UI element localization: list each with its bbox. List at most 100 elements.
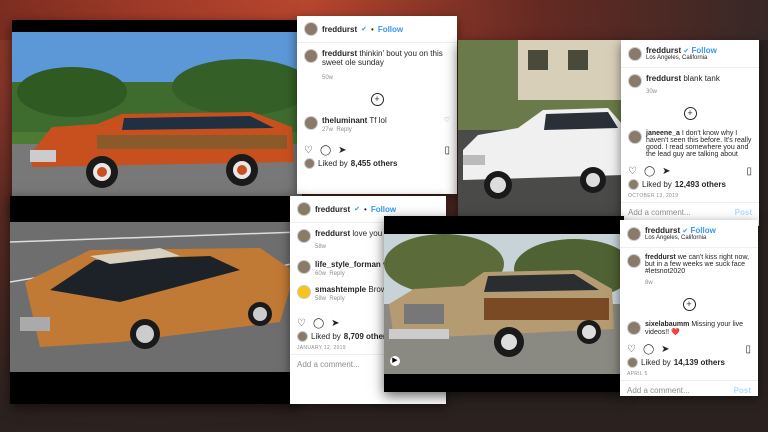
comment: sixelabaumm Missing your live videos!! ❤…: [620, 317, 758, 340]
comment-text: Tf lol: [369, 116, 387, 125]
avatar[interactable]: [628, 74, 642, 88]
bookmark-icon[interactable]: ▯: [745, 344, 751, 355]
share-icon[interactable]: ➤: [661, 344, 669, 355]
avatar[interactable]: [297, 229, 311, 243]
comment-icon[interactable]: ◯: [643, 344, 654, 355]
share-icon[interactable]: ➤: [662, 166, 670, 177]
share-icon[interactable]: ➤: [338, 145, 346, 156]
post-card-1: [12, 20, 302, 210]
action-bar: ♡ ◯ ➤ ▯: [621, 162, 759, 179]
post-header: freddurst ✔ Follow Los Angeles, Californ…: [620, 220, 758, 248]
avatar: [628, 179, 639, 190]
post-date: APRIL 5: [627, 371, 648, 377]
heart-icon[interactable]: ♡: [627, 344, 636, 355]
add-comment-input[interactable]: Add a comment...: [297, 360, 360, 369]
follow-button[interactable]: Follow: [691, 46, 716, 55]
post-photo-wood-panel-wagon: [384, 234, 624, 374]
comment-username[interactable]: janeene_a: [646, 130, 680, 137]
bookmark-icon[interactable]: ▯: [444, 145, 450, 156]
avatar[interactable]: [297, 285, 311, 299]
heart-icon[interactable]: ♡: [304, 145, 313, 156]
avatar[interactable]: [628, 46, 642, 61]
post-photo-gold-wagon: [10, 222, 300, 372]
comment-icon[interactable]: ◯: [313, 318, 324, 329]
post-header: freddurst ✔ Follow Los Angeles, Californ…: [621, 40, 759, 68]
caption: freddurst we can't kiss right now, but i…: [620, 248, 758, 292]
comment-username[interactable]: life_style_forman: [315, 260, 381, 269]
verified-badge-icon: ✔: [682, 228, 689, 235]
verified-badge-icon: ✔: [683, 48, 690, 55]
share-icon[interactable]: ➤: [331, 318, 339, 329]
avatar: [297, 331, 308, 342]
comment: janeene_a I don't know why I haven't see…: [621, 126, 759, 162]
load-more-comments-icon[interactable]: +: [370, 93, 384, 106]
post-button[interactable]: Post: [734, 386, 751, 395]
caption-text: love you: [352, 229, 383, 238]
add-comment-input[interactable]: Add a comment...: [628, 208, 691, 217]
follow-button[interactable]: Follow: [690, 226, 715, 235]
heart-icon[interactable]: ♡: [628, 166, 637, 177]
like-comment-icon[interactable]: ♡: [444, 116, 450, 133]
comment-username[interactable]: theluminant: [322, 116, 367, 125]
add-comment-input[interactable]: Add a comment...: [627, 386, 690, 395]
avatar[interactable]: [627, 254, 641, 268]
caption-username[interactable]: freddurst: [645, 254, 676, 261]
verified-badge-icon: ✔: [354, 206, 360, 213]
load-more-comments-icon[interactable]: +: [682, 298, 696, 311]
play-icon[interactable]: ▶: [390, 356, 400, 366]
avatar: [627, 357, 638, 368]
follow-button[interactable]: Follow: [371, 205, 396, 214]
caption: freddurst blank tank 30w: [621, 68, 759, 101]
add-comment-bar: Add a comment... Post: [620, 380, 758, 396]
post-card-3: [10, 196, 300, 404]
post-card-4: ▶: [384, 216, 624, 392]
likes-count[interactable]: Liked by 12,493 others: [621, 179, 759, 190]
post-photo-white-wagon: [458, 40, 628, 218]
comment: theluminant Tf lol 27w Reply ♡: [297, 112, 457, 137]
likes-count[interactable]: Liked by 8,455 others: [297, 158, 457, 169]
post-header: freddurst ✔ • Follow: [297, 16, 457, 43]
comments-panel-1: freddurst ✔ • Follow freddurst thinkin' …: [297, 16, 457, 194]
avatar[interactable]: [628, 130, 642, 144]
action-bar: ♡ ◯ ➤ ▯: [620, 340, 758, 357]
add-comment-bar: Add a comment... Post: [621, 202, 759, 222]
caption-username[interactable]: freddurst: [646, 74, 681, 83]
avatar[interactable]: [627, 226, 641, 241]
comment-username[interactable]: sixelabaumm: [645, 321, 689, 328]
comment-time: 27w: [322, 127, 334, 133]
avatar[interactable]: [627, 321, 641, 335]
comment-username[interactable]: smashtemple: [315, 285, 366, 294]
caption-time: 50w: [322, 75, 334, 81]
username[interactable]: freddurst: [646, 46, 681, 55]
caption-username[interactable]: freddurst: [315, 229, 350, 238]
avatar: [304, 158, 315, 169]
avatar[interactable]: [297, 260, 311, 274]
follow-button[interactable]: Follow: [378, 25, 403, 34]
caption: freddurst thinkin' bout you on this swee…: [297, 43, 457, 87]
caption-username[interactable]: freddurst: [322, 49, 357, 58]
avatar[interactable]: [304, 116, 318, 130]
reply-link[interactable]: Reply: [329, 296, 344, 302]
username[interactable]: freddurst: [645, 226, 680, 235]
username[interactable]: freddurst: [322, 25, 357, 34]
comments-panel-4: freddurst ✔ Follow Los Angeles, Californ…: [620, 220, 758, 396]
location[interactable]: Los Angeles, California: [646, 55, 717, 61]
bookmark-icon[interactable]: ▯: [746, 166, 752, 177]
reply-link[interactable]: Reply: [336, 127, 351, 133]
comments-panel-2: freddurst ✔ Follow Los Angeles, Californ…: [621, 40, 759, 226]
comment-icon[interactable]: ◯: [320, 145, 331, 156]
location[interactable]: Los Angeles, California: [645, 235, 716, 241]
comment-icon[interactable]: ◯: [644, 166, 655, 177]
caption-time: 8w: [645, 280, 653, 286]
avatar[interactable]: [304, 49, 318, 63]
likes-count[interactable]: Liked by 14,139 others: [620, 357, 758, 368]
reply-link[interactable]: Reply: [329, 271, 344, 277]
username[interactable]: freddurst: [315, 205, 350, 214]
caption-time: 30w: [646, 89, 658, 95]
heart-icon[interactable]: ♡: [297, 318, 306, 329]
post-button[interactable]: Post: [735, 208, 752, 217]
load-more-comments-icon[interactable]: +: [683, 107, 697, 120]
avatar[interactable]: [297, 202, 311, 216]
post-card-2: [458, 40, 628, 218]
avatar[interactable]: [304, 22, 318, 36]
